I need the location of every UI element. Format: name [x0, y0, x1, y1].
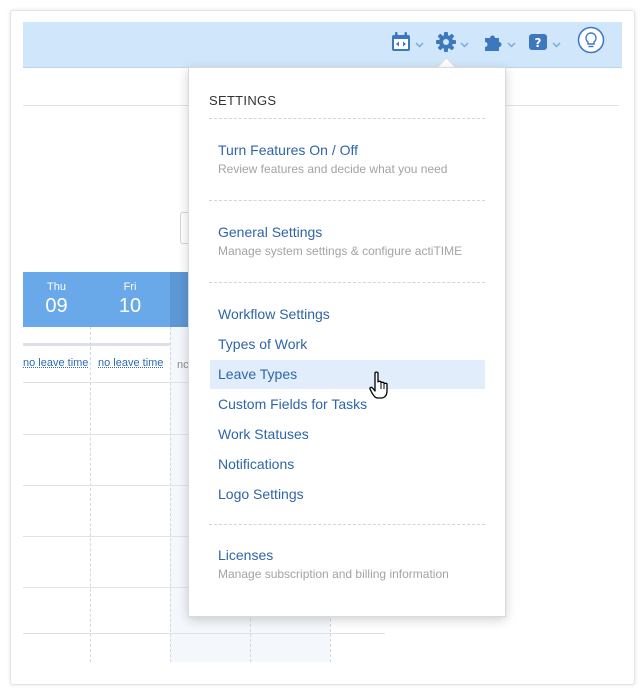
menu-item-notifications[interactable]: Notifications: [210, 449, 485, 479]
chevron-down-icon: [415, 35, 424, 53]
week-separator: [23, 343, 170, 346]
gear-icon: [435, 31, 457, 58]
calendar-icon: [390, 31, 412, 58]
menu-item-licenses[interactable]: Licenses Manage subscription and billing…: [210, 540, 485, 586]
menu-item-logo-settings[interactable]: Logo Settings: [210, 479, 485, 509]
day-number: 10: [118, 295, 142, 317]
menu-item-label: Leave Types: [218, 366, 298, 382]
menu-item-description: Manage subscription and billing informat…: [218, 567, 449, 581]
leave-time-text: nc: [177, 359, 189, 371]
day-header-thu[interactable]: Thu 09: [23, 272, 90, 327]
menu-item-label: Custom Fields for Tasks: [218, 396, 368, 412]
menu-item-work-statuses[interactable]: Work Statuses: [210, 419, 485, 449]
menu-item-custom-fields[interactable]: Custom Fields for Tasks: [210, 389, 485, 419]
chevron-down-icon: [460, 35, 469, 53]
day-header-partial[interactable]: [170, 272, 190, 327]
menu-item-workflow-settings[interactable]: Workflow Settings: [210, 299, 485, 329]
menu-item-turn-features[interactable]: Turn Features On / Off Review features a…: [210, 135, 485, 181]
day-number: 09: [45, 295, 68, 317]
menu-item-label: Types of Work: [218, 336, 308, 352]
help-menu[interactable]: ?: [527, 30, 561, 58]
leave-time-link[interactable]: no leave time: [98, 357, 163, 369]
settings-menu-button[interactable]: [435, 30, 469, 58]
menu-item-label: Logo Settings: [218, 486, 304, 502]
divider: [209, 524, 485, 525]
puzzle-icon: [482, 31, 504, 58]
lightbulb-icon: [577, 26, 605, 59]
divider: [209, 200, 485, 201]
menu-item-description: Review features and decide what you need: [218, 162, 448, 176]
addons-menu[interactable]: [482, 30, 516, 58]
menu-item-label: General Settings: [218, 224, 323, 240]
calendar-menu[interactable]: [390, 30, 424, 58]
chevron-down-icon: [552, 35, 561, 53]
menu-item-leave-types[interactable]: Leave Types: [210, 360, 485, 389]
hand-cursor-icon: [369, 371, 393, 406]
menu-item-label: Work Statuses: [218, 426, 309, 442]
menu-item-description: Manage system settings & configure actiT…: [218, 244, 463, 258]
menu-item-label: Workflow Settings: [218, 306, 330, 322]
day-name: Thu: [47, 281, 66, 293]
settings-dropdown: SETTINGS Turn Features On / Off Review f…: [188, 67, 506, 617]
dropdown-title: SETTINGS: [209, 93, 277, 108]
day-header-fri[interactable]: Fri 10: [90, 272, 170, 327]
divider: [209, 118, 485, 119]
day-name: Fri: [123, 281, 137, 293]
divider: [209, 282, 485, 283]
tips-button[interactable]: [577, 26, 605, 59]
row-divider: [23, 633, 385, 634]
menu-item-label: Turn Features On / Off: [218, 142, 359, 158]
chevron-down-icon: [507, 35, 516, 53]
help-icon: ?: [527, 31, 549, 58]
menu-item-general-settings[interactable]: General Settings Manage system settings …: [210, 217, 485, 263]
menu-item-types-of-work[interactable]: Types of Work: [210, 329, 485, 359]
menu-item-label: Notifications: [218, 456, 295, 472]
column-divider: [170, 327, 171, 662]
column-divider: [90, 327, 91, 662]
svg-text:?: ?: [535, 36, 542, 50]
top-toolbar: ?: [23, 22, 622, 68]
leave-time-link[interactable]: no leave time: [23, 357, 88, 369]
menu-item-label: Licenses: [218, 547, 274, 563]
